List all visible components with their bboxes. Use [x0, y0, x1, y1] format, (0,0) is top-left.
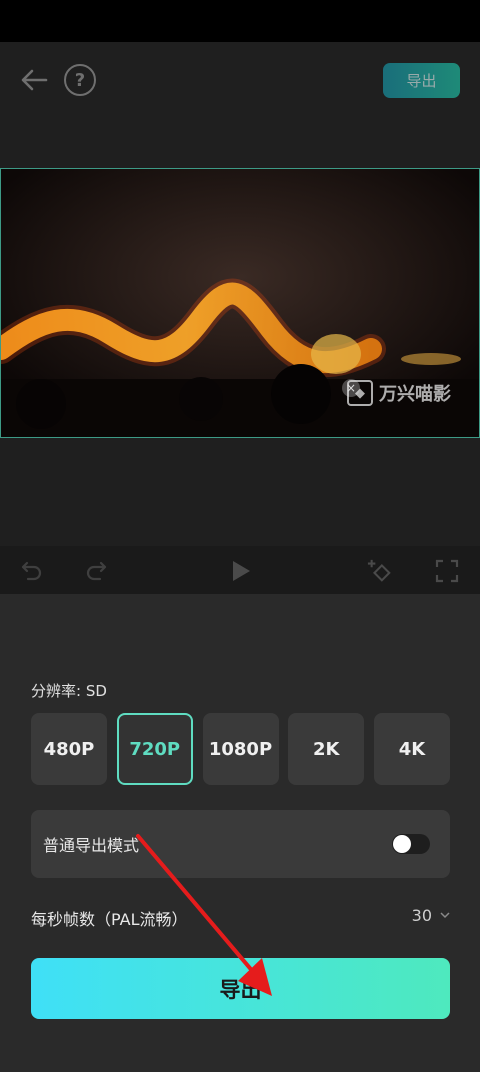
toggle-knob — [393, 835, 411, 853]
back-arrow-icon[interactable] — [18, 64, 50, 96]
fps-selector[interactable]: 30 — [412, 906, 450, 925]
status-bar — [0, 0, 480, 42]
fullscreen-icon[interactable] — [434, 558, 460, 584]
resolution-option-480p[interactable]: 480P — [31, 713, 107, 785]
preview-area: × ◆ 万兴喵影 — [0, 168, 480, 546]
export-mode-toggle[interactable] — [392, 834, 430, 854]
fps-label: 每秒帧数（PAL流畅） — [31, 910, 188, 929]
chevron-down-icon — [440, 912, 450, 919]
resolution-option-4k[interactable]: 4K — [374, 713, 450, 785]
resolution-options: 480P 720P 1080P 2K 4K — [31, 713, 450, 785]
play-icon[interactable] — [228, 558, 254, 584]
resolution-option-1080p[interactable]: 1080P — [202, 713, 279, 785]
watermark: ◆ 万兴喵影 — [347, 380, 451, 406]
resolution-label: 分辨率: SD — [31, 682, 107, 700]
fps-value: 30 — [411, 906, 432, 925]
export-button-top[interactable]: 导出 — [383, 63, 460, 98]
video-preview[interactable]: × ◆ 万兴喵影 — [0, 168, 480, 438]
export-button[interactable]: 导出 — [31, 958, 450, 1019]
undo-icon[interactable] — [18, 558, 44, 584]
help-icon[interactable]: ? — [64, 64, 96, 96]
playback-controls — [0, 546, 480, 594]
resolution-option-720p[interactable]: 720P — [116, 713, 193, 785]
redo-icon[interactable] — [84, 558, 110, 584]
export-mode-label: 普通导出模式 — [43, 836, 140, 855]
export-settings-panel: 分辨率: SD 480P 720P 1080P 2K 4K 普通导出模式 每秒帧… — [0, 594, 480, 1072]
resolution-option-2k[interactable]: 2K — [288, 713, 365, 785]
export-mode-row: 普通导出模式 — [31, 810, 450, 878]
keyframe-icon[interactable] — [367, 558, 393, 584]
watermark-text: 万兴喵影 — [379, 384, 451, 405]
top-bar: ? 导出 — [0, 42, 480, 168]
watermark-logo-icon: ◆ — [347, 380, 373, 406]
